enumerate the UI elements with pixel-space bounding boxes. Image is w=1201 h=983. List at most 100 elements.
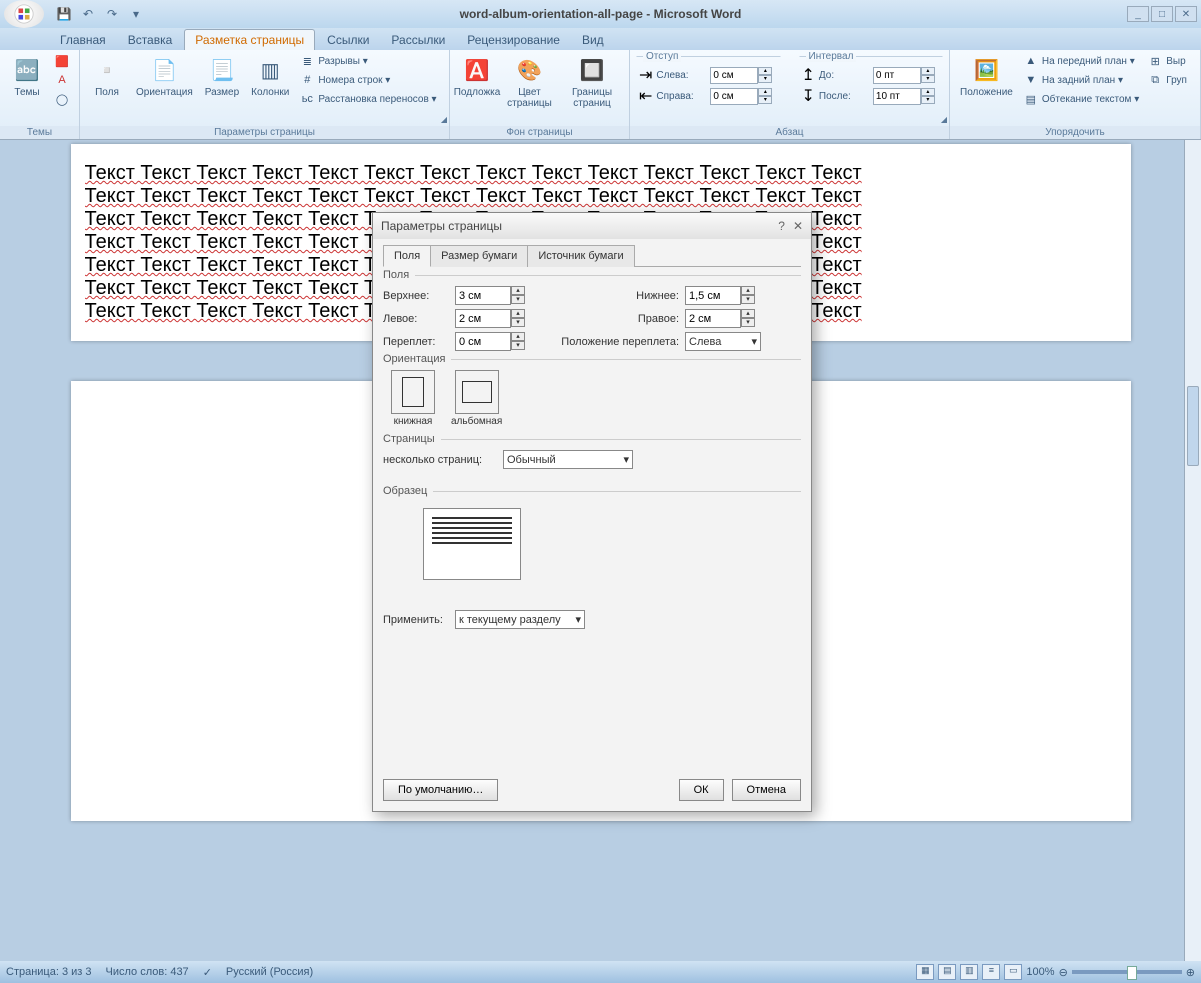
- dialog-tab-margins[interactable]: Поля: [383, 245, 431, 267]
- size-button[interactable]: 📃Размер: [201, 52, 243, 100]
- tab-page-layout[interactable]: Разметка страницы: [184, 29, 315, 50]
- default-button[interactable]: По умолчанию…: [383, 779, 498, 801]
- bring-front-button[interactable]: ▲На передний план ▾: [1021, 52, 1141, 70]
- group-button[interactable]: ⧉Груп: [1145, 71, 1189, 89]
- gutter-pos-select[interactable]: Слева▾: [685, 332, 761, 351]
- text-line[interactable]: Текст Текст Текст Текст Текст Текст Текс…: [85, 185, 1117, 208]
- page-status[interactable]: Страница: 3 из 3: [6, 966, 92, 978]
- tab-home[interactable]: Главная: [50, 30, 116, 50]
- scrollbar-thumb[interactable]: [1187, 386, 1199, 466]
- page-borders-icon: 🔲: [576, 54, 608, 86]
- tab-view[interactable]: Вид: [572, 30, 614, 50]
- watermark-button[interactable]: 🅰️Подложка: [456, 52, 498, 100]
- redo-icon[interactable]: ↷: [102, 4, 122, 24]
- breaks-button[interactable]: ≣Разрывы ▾: [297, 52, 438, 70]
- zoom-in-button[interactable]: ⊕: [1186, 966, 1195, 979]
- bottom-margin-input[interactable]: ▴▾: [685, 286, 755, 305]
- margins-icon: ▫️: [91, 54, 123, 86]
- window-title: word-album-orientation-all-page - Micros…: [460, 7, 742, 21]
- back-label: На задний план ▾: [1042, 75, 1123, 86]
- line-numbers-button[interactable]: #Номера строк ▾: [297, 71, 438, 89]
- left-margin-input[interactable]: ▴▾: [455, 309, 525, 328]
- fullscreen-view[interactable]: ▤: [938, 964, 956, 980]
- dialog-tab-paper[interactable]: Размер бумаги: [430, 245, 528, 267]
- chevron-down-icon: ▾: [575, 613, 581, 626]
- spacing-before-label: До:: [819, 70, 869, 81]
- dialog-titlebar[interactable]: Параметры страницы ? ✕: [373, 213, 811, 239]
- indent-right-spinner[interactable]: ▴▾: [710, 88, 772, 105]
- statusbar: Страница: 3 из 3 Число слов: 437 ✓ Русск…: [0, 961, 1201, 983]
- page-setup-dialog: Параметры страницы ? ✕ Поля Размер бумаг…: [372, 212, 812, 812]
- paragraph-launcher-icon[interactable]: ◢: [941, 115, 947, 124]
- right-margin-input[interactable]: ▴▾: [685, 309, 755, 328]
- tab-review[interactable]: Рецензирование: [457, 30, 570, 50]
- margins-button[interactable]: ▫️Поля: [86, 52, 128, 100]
- web-view[interactable]: ▥: [960, 964, 978, 980]
- apply-to-select[interactable]: к текущему разделу▾: [455, 610, 585, 629]
- office-button[interactable]: [4, 0, 44, 28]
- position-icon: 🖼️: [970, 54, 1002, 86]
- outline-view[interactable]: ≡: [982, 964, 1000, 980]
- columns-button[interactable]: ▥Колонки: [247, 52, 293, 100]
- chevron-down-icon: ▾: [623, 453, 629, 466]
- position-button[interactable]: 🖼️Положение: [956, 52, 1017, 100]
- text-wrap-button[interactable]: ▤Обтекание текстом ▾: [1021, 90, 1141, 108]
- undo-icon[interactable]: ↶: [78, 4, 98, 24]
- cancel-button[interactable]: Отмена: [732, 779, 801, 801]
- themes-button[interactable]: 🔤Темы: [6, 52, 48, 100]
- print-layout-view[interactable]: ▦: [916, 964, 934, 980]
- page-setup-launcher-icon[interactable]: ◢: [441, 115, 447, 124]
- tab-references[interactable]: Ссылки: [317, 30, 379, 50]
- draft-view[interactable]: ▭: [1004, 964, 1022, 980]
- vertical-scrollbar[interactable]: [1184, 140, 1201, 961]
- orientation-button[interactable]: 📄Ориентация: [132, 52, 197, 100]
- minimize-button[interactable]: _: [1127, 6, 1149, 22]
- spacing-before-spinner[interactable]: ▴▾: [873, 67, 935, 84]
- theme-fonts-button[interactable]: A: [52, 71, 72, 89]
- dialog-title-text: Параметры страницы: [381, 219, 502, 233]
- multi-pages-select[interactable]: Обычный▾: [503, 450, 633, 469]
- text-wrap-icon: ▤: [1023, 91, 1039, 107]
- spacing-after-icon: ↧: [802, 86, 815, 106]
- spacing-after-spinner[interactable]: ▴▾: [873, 88, 935, 105]
- top-margin-input[interactable]: ▴▾: [455, 286, 525, 305]
- page-borders-button[interactable]: 🔲Границы страниц: [561, 52, 623, 111]
- bring-front-icon: ▲: [1023, 53, 1039, 69]
- zoom-out-button[interactable]: ⊖: [1059, 966, 1068, 979]
- close-button[interactable]: ✕: [1175, 6, 1197, 22]
- text-line[interactable]: Текст Текст Текст Текст Текст Текст Текс…: [85, 162, 1117, 185]
- qat-dropdown-icon[interactable]: ▾: [126, 4, 146, 24]
- maximize-button[interactable]: □: [1151, 6, 1173, 22]
- portrait-label: книжная: [394, 416, 433, 427]
- front-label: На передний план ▾: [1042, 56, 1135, 67]
- hyphenation-button[interactable]: ьсРасстановка переносов ▾: [297, 90, 438, 108]
- line-numbers-icon: #: [299, 72, 315, 88]
- portrait-button[interactable]: книжная: [391, 370, 435, 427]
- dialog-close-icon[interactable]: ✕: [793, 219, 803, 233]
- save-icon[interactable]: 💾: [54, 4, 74, 24]
- theme-effects-button[interactable]: ◯: [52, 90, 72, 108]
- indent-left-spinner[interactable]: ▴▾: [710, 67, 772, 84]
- theme-colors-button[interactable]: 🟥: [52, 52, 72, 70]
- spellcheck-icon[interactable]: ✓: [203, 966, 212, 979]
- ok-button[interactable]: ОК: [679, 779, 724, 801]
- align-button[interactable]: ⊞Выр: [1145, 52, 1189, 70]
- page-color-button[interactable]: 🎨Цвет страницы: [502, 52, 557, 111]
- zoom-slider[interactable]: [1072, 970, 1182, 974]
- landscape-button[interactable]: альбомная: [451, 370, 502, 427]
- word-count[interactable]: Число слов: 437: [106, 966, 189, 978]
- send-back-button[interactable]: ▼На задний план ▾: [1021, 71, 1141, 89]
- orientation-label: Ориентация: [136, 87, 193, 98]
- zoom-value[interactable]: 100%: [1026, 966, 1054, 978]
- tab-insert[interactable]: Вставка: [118, 30, 183, 50]
- gutter-input[interactable]: ▴▾: [455, 332, 525, 351]
- language-status[interactable]: Русский (Россия): [226, 966, 313, 978]
- spacing-after-label: После:: [819, 91, 869, 102]
- tab-mailings[interactable]: Рассылки: [381, 30, 455, 50]
- margins-section-head: Поля: [383, 269, 415, 281]
- align-icon: ⊞: [1147, 53, 1163, 69]
- top-margin-label: Верхнее:: [383, 290, 455, 302]
- dialog-help-icon[interactable]: ?: [778, 219, 785, 233]
- dialog-tab-layout[interactable]: Источник бумаги: [527, 245, 634, 267]
- spacing-before-icon: ↥: [802, 65, 815, 85]
